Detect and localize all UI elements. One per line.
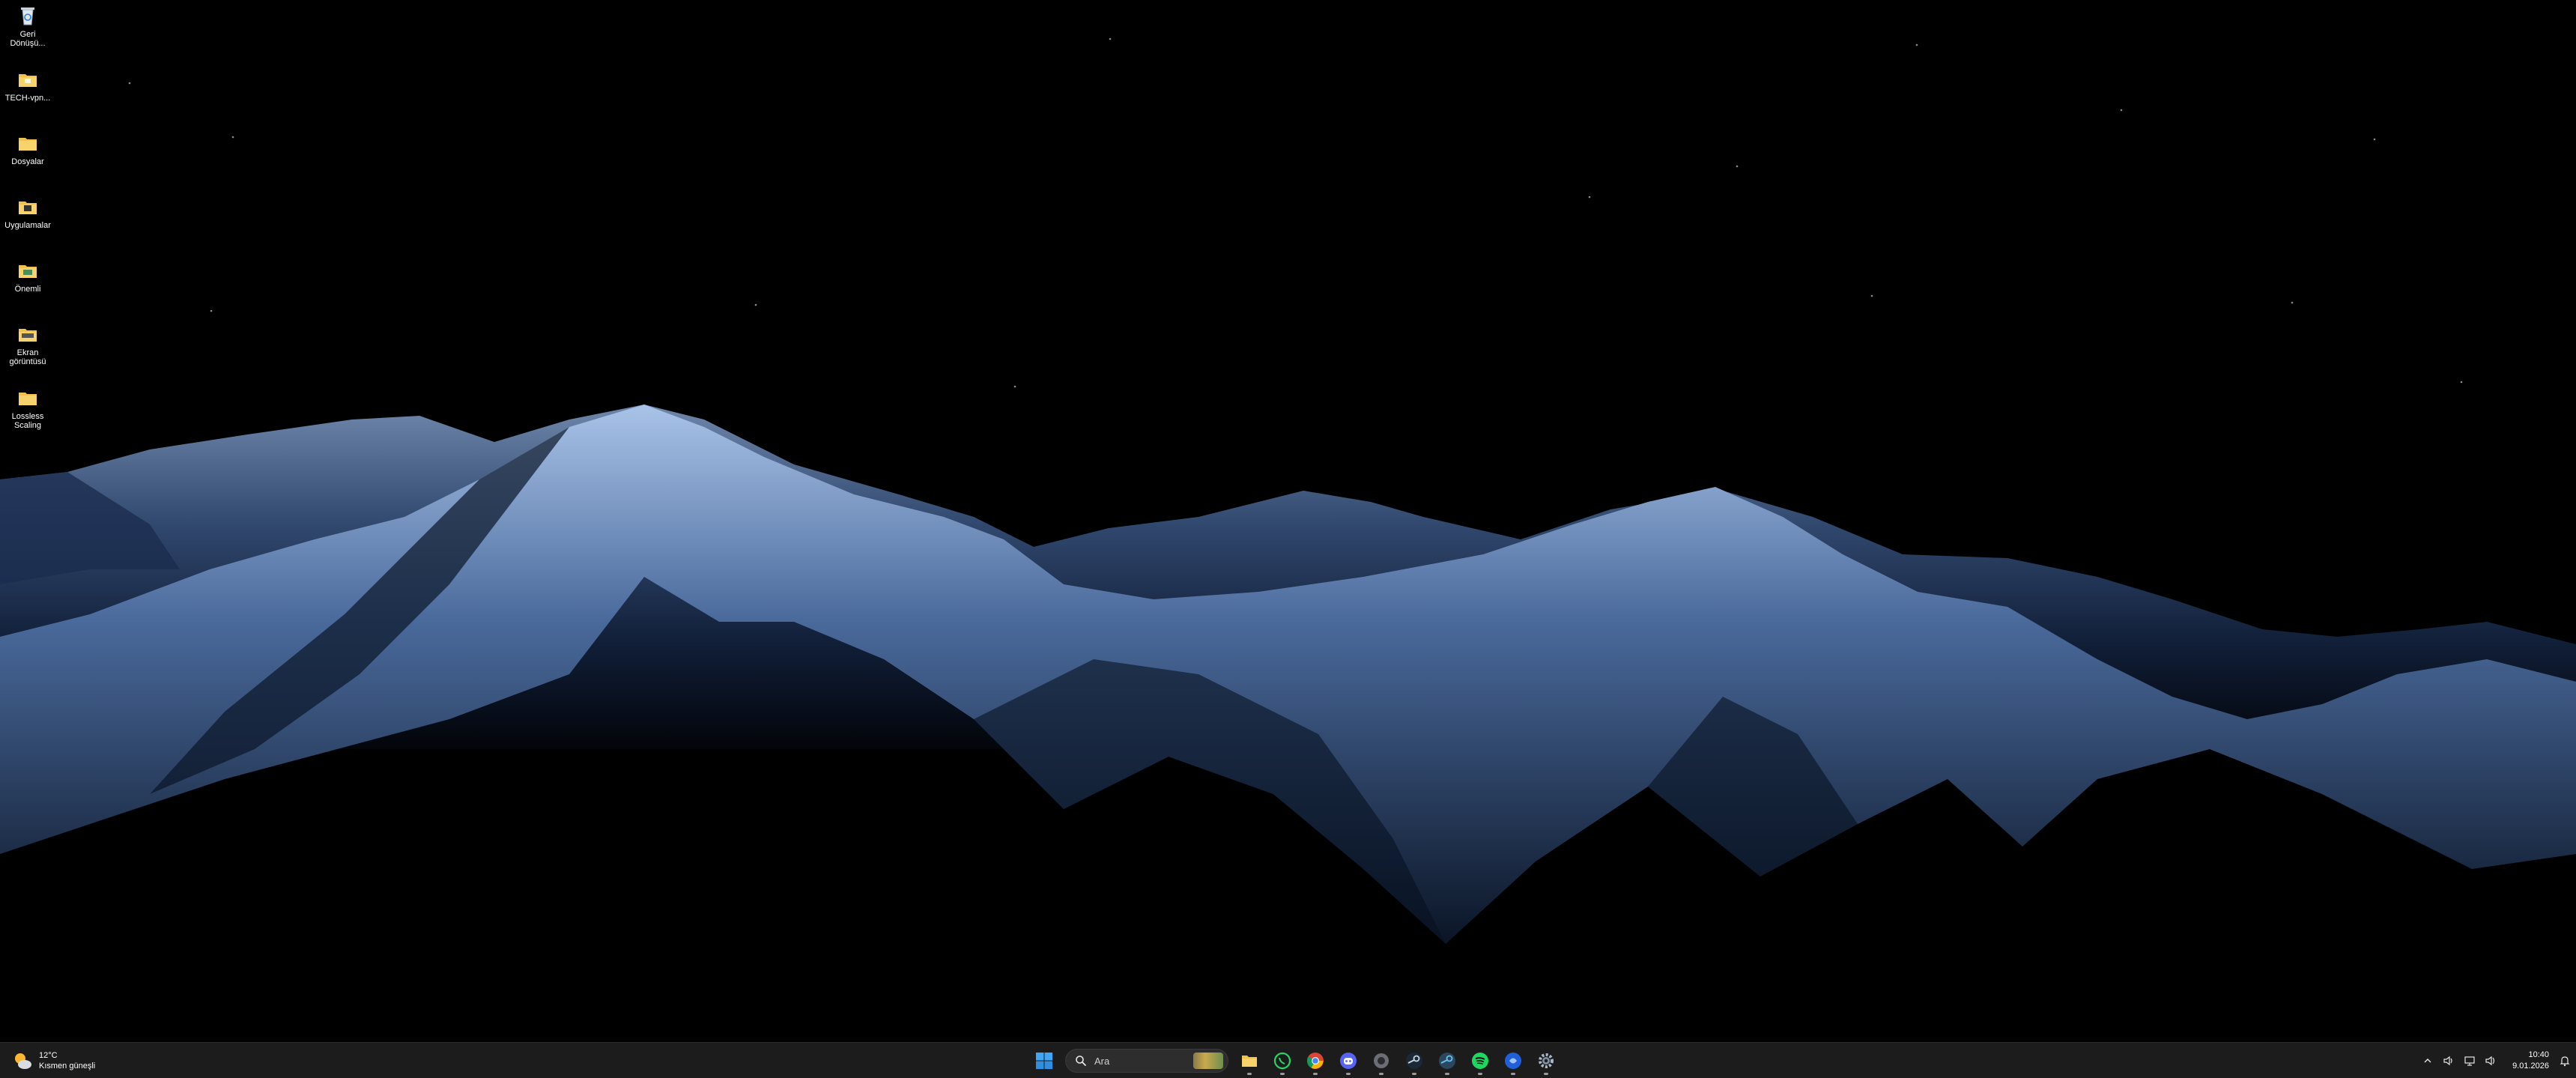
tray-speaker[interactable]	[2480, 1046, 2501, 1076]
notification-button[interactable]	[2554, 1046, 2576, 1076]
search-box[interactable]: Ara	[1065, 1049, 1228, 1073]
tray-overflow-button[interactable]	[2417, 1046, 2438, 1076]
notification-bell-icon	[2560, 1056, 2570, 1067]
desktop-icon-label: Uygulamalar	[4, 221, 51, 230]
steam-icon	[1406, 1053, 1422, 1069]
desktop-icon-onemli[interactable]: Önemli	[0, 259, 55, 294]
running-indicator	[1412, 1073, 1416, 1075]
volume-icon	[2443, 1056, 2452, 1066]
desktop-icon-tech-vpn[interactable]: TECH-vpn...	[0, 68, 55, 103]
clock-button[interactable]: 10:40 9.01.2026	[2501, 1050, 2549, 1072]
desktop-icon-label: Lossless Scaling	[11, 412, 44, 430]
desktop-icon-lossless-scaling[interactable]: Lossless Scaling	[0, 387, 55, 430]
running-indicator	[1379, 1073, 1384, 1075]
desktop-icon-ekran-goruntusu[interactable]: Ekran görüntüsü	[0, 323, 55, 366]
tray-volume[interactable]	[2438, 1046, 2459, 1076]
folder-icon	[19, 329, 37, 342]
taskbar-center: Ara	[1028, 1046, 1563, 1076]
folder-icon	[19, 202, 37, 214]
taskbar-whatsapp[interactable]	[1267, 1046, 1297, 1076]
folder-icon	[1242, 1056, 1257, 1067]
taskbar-discord[interactable]	[1333, 1046, 1363, 1076]
folder-icon	[19, 265, 37, 278]
desktop-icon-label: Geri Dönüşü...	[10, 30, 46, 48]
tray-network[interactable]	[2459, 1046, 2480, 1076]
partly-sunny-icon	[15, 1053, 31, 1069]
taskbar-steam[interactable]	[1399, 1046, 1429, 1076]
taskbar-chrome[interactable]	[1300, 1046, 1330, 1076]
taskbar-spotify[interactable]	[1465, 1046, 1495, 1076]
taskbar-file-explorer[interactable]	[1234, 1046, 1264, 1076]
chevron-up-icon	[2424, 1059, 2431, 1063]
search-highlight-image	[1193, 1053, 1223, 1069]
folder-icon	[19, 393, 37, 405]
running-indicator	[1313, 1073, 1318, 1075]
search-placeholder: Ara	[1094, 1055, 1110, 1067]
gear-icon	[1539, 1053, 1554, 1068]
network-icon	[2464, 1056, 2475, 1066]
folder-icon	[19, 74, 37, 87]
desktop-icon-label: Dosyalar	[11, 157, 44, 166]
running-indicator	[1247, 1073, 1252, 1075]
blue-app-icon	[1505, 1053, 1521, 1069]
weather-condition: Kısmen güneşli	[39, 1062, 96, 1071]
running-indicator	[1346, 1073, 1351, 1075]
clock-date: 9.01.2026	[2512, 1062, 2549, 1071]
taskbar: 12°C Kısmen güneşli Ara 10:40 9.01.2026	[0, 1042, 2576, 1078]
system-tray: 10:40 9.01.2026	[2417, 1046, 2576, 1076]
running-indicator	[1478, 1073, 1482, 1075]
dark-app-icon	[1374, 1053, 1389, 1068]
folder-icon	[19, 138, 37, 151]
running-indicator	[1511, 1073, 1515, 1075]
clock-time: 10:40	[2528, 1050, 2549, 1059]
discord-icon	[1340, 1053, 1357, 1069]
desktop-icon-dosyalar[interactable]: Dosyalar	[0, 132, 55, 166]
search-icon	[1076, 1056, 1087, 1067]
desktop-icon-label: TECH-vpn...	[4, 94, 51, 103]
desktop-icon-label: Önemli	[14, 285, 41, 294]
taskbar-dark-app[interactable]	[1366, 1046, 1396, 1076]
start-button[interactable]	[1029, 1046, 1059, 1076]
desktop-wallpaper	[0, 0, 2576, 1042]
spotify-icon	[1472, 1053, 1488, 1069]
windows-start-icon	[1036, 1053, 1052, 1069]
steam-icon	[1439, 1053, 1455, 1069]
taskbar-settings[interactable]	[1531, 1046, 1561, 1076]
speaker-icon	[2485, 1056, 2495, 1066]
desktop-icon-label: Ekran görüntüsü	[9, 348, 46, 366]
running-indicator	[1544, 1073, 1548, 1075]
taskbar-steam-alt[interactable]	[1432, 1046, 1462, 1076]
running-indicator	[1280, 1073, 1285, 1075]
weather-widget[interactable]: 12°C Kısmen güneşli	[10, 1049, 95, 1073]
running-indicator	[1445, 1073, 1449, 1075]
weather-temp: 12°C	[39, 1051, 58, 1060]
taskbar-blue-app[interactable]	[1498, 1046, 1528, 1076]
recycle-bin-icon	[21, 7, 34, 25]
whatsapp-icon	[1273, 1052, 1291, 1070]
desktop-icon-recycle-bin[interactable]: Geri Dönüşü...	[0, 4, 55, 48]
desktop-icon-uygulamalar[interactable]: Uygulamalar	[0, 196, 55, 230]
chrome-icon	[1307, 1053, 1324, 1069]
